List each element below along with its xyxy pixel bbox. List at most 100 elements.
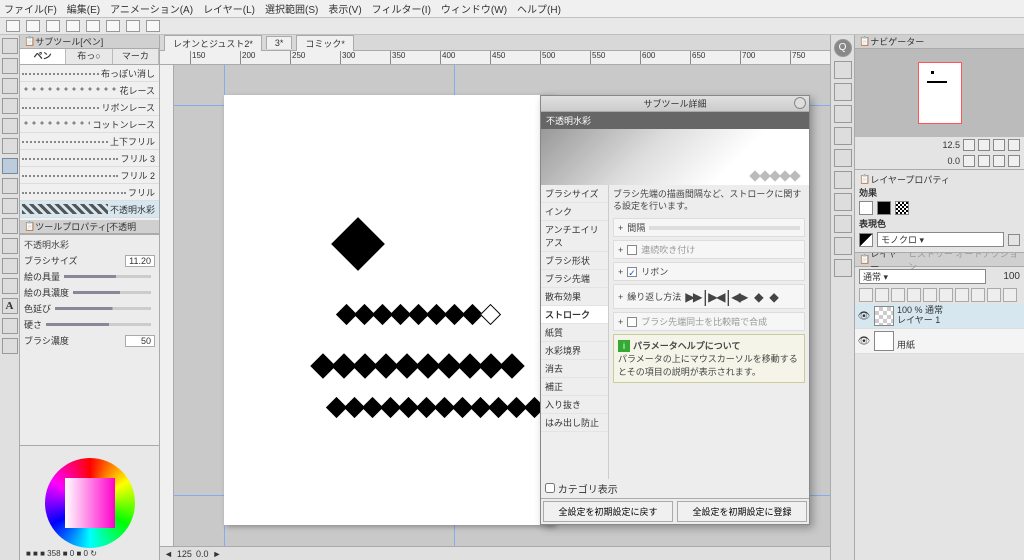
doc-tab[interactable]: コミック* — [296, 35, 354, 51]
apply-button[interactable] — [1008, 234, 1020, 246]
flip-h-icon[interactable] — [993, 155, 1005, 167]
continuous-checkbox[interactable] — [627, 245, 637, 255]
menu-layer[interactable]: レイヤー(L) — [203, 1, 255, 16]
brush-item[interactable]: 布っぽい消し — [20, 65, 159, 82]
rotate-ccw-icon[interactable] — [963, 155, 975, 167]
hardness-slider[interactable] — [46, 323, 151, 326]
panel-icon[interactable] — [834, 127, 852, 145]
tool-zoom[interactable] — [2, 38, 18, 54]
menu-file[interactable]: ファイル(F) — [4, 1, 57, 16]
paint-density-slider[interactable] — [73, 291, 151, 294]
cat-stroke[interactable]: ストローク — [541, 306, 608, 324]
tab-marker[interactable]: マーカ — [113, 49, 159, 64]
zoom-in-icon[interactable] — [978, 139, 990, 151]
layer-clip-icon[interactable] — [875, 288, 889, 302]
expression-select[interactable]: モノクロ ▾ — [877, 232, 1004, 247]
panel-icon[interactable] — [834, 105, 852, 123]
layer-mask-icon[interactable] — [923, 288, 937, 302]
brush-item[interactable]: フリル 2 — [20, 167, 159, 184]
tool-eyedrop[interactable] — [2, 138, 18, 154]
effect-tone-icon[interactable] — [877, 201, 891, 215]
navigator-thumbnail[interactable] — [855, 49, 1024, 137]
layer-folder-icon[interactable] — [987, 288, 1001, 302]
panel-icon[interactable] — [834, 61, 852, 79]
color-extend-slider[interactable] — [55, 307, 151, 310]
brush-item[interactable]: コットンレース — [20, 116, 159, 133]
nav-rotation-value[interactable]: 0.0 — [947, 156, 960, 166]
zoom-value[interactable]: 125 — [177, 549, 192, 559]
color-wheel[interactable] — [45, 458, 135, 548]
panel-icon[interactable] — [834, 259, 852, 277]
tool-cut[interactable] — [106, 20, 120, 32]
rotate-reset-icon[interactable] — [1008, 155, 1020, 167]
tool-text[interactable]: A — [2, 298, 18, 314]
tool-lasso[interactable] — [2, 98, 18, 114]
blend-mode-select[interactable]: 通常 ▾ — [859, 269, 986, 284]
tool-move[interactable] — [2, 58, 18, 74]
menu-window[interactable]: ウィンドウ(W) — [441, 1, 507, 16]
layer-ruler-icon[interactable] — [939, 288, 953, 302]
tool-brush[interactable] — [2, 178, 18, 194]
doc-tab[interactable]: レオンとジュスト2* — [164, 35, 262, 51]
effect-pattern-icon[interactable] — [895, 201, 909, 215]
layer-ref-icon[interactable] — [891, 288, 905, 302]
brush-item[interactable]: 花レース — [20, 82, 159, 99]
menu-help[interactable]: ヘルプ(H) — [517, 1, 561, 16]
zoom-out-icon[interactable] — [963, 139, 975, 151]
blend-checkbox[interactable] — [627, 317, 637, 327]
save-all-button[interactable]: 全設定を初期設定に登録 — [677, 501, 807, 522]
category-display-checkbox[interactable] — [545, 483, 555, 493]
repeat-mode-icons[interactable]: ▶▶|▶◀|◀▶ ◆ ◆ — [685, 287, 777, 306]
cat-scatter[interactable]: 散布効果 — [541, 288, 608, 306]
zoom-fit-icon[interactable] — [993, 139, 1005, 151]
layer-new-icon[interactable] — [971, 288, 985, 302]
tool-copy[interactable] — [126, 20, 140, 32]
brush-item[interactable]: リボンレース — [20, 99, 159, 116]
tool-undo[interactable] — [66, 20, 80, 32]
paint-amount-slider[interactable] — [64, 275, 151, 278]
tool-ruler[interactable] — [2, 318, 18, 334]
opacity-value[interactable]: 100 — [990, 271, 1020, 282]
visibility-icon[interactable]: 👁 — [857, 311, 871, 322]
menu-view[interactable]: 表示(V) — [328, 1, 361, 16]
layer-lock-icon[interactable] — [859, 288, 873, 302]
tab-cloth[interactable]: 布っ○ — [66, 49, 112, 64]
layer-draft-icon[interactable] — [907, 288, 921, 302]
brush-item[interactable]: 不透明水彩 — [20, 201, 159, 218]
cat-correct[interactable]: 補正 — [541, 378, 608, 396]
brush-size-value[interactable]: 11.20 — [125, 255, 155, 267]
tool-save[interactable] — [46, 20, 60, 32]
close-icon[interactable] — [794, 97, 806, 109]
color-mode-icon[interactable] — [859, 233, 873, 247]
brush-density-value[interactable]: 50 — [125, 335, 155, 347]
tool-select[interactable] — [2, 78, 18, 94]
panel-icon[interactable] — [834, 215, 852, 233]
rotate-cw-icon[interactable] — [978, 155, 990, 167]
rotation-value[interactable]: 0.0 — [196, 549, 209, 559]
panel-icon[interactable] — [834, 193, 852, 211]
tool-wand[interactable] — [2, 118, 18, 134]
cat-shape[interactable]: ブラシ形状 — [541, 252, 608, 270]
brush-item[interactable]: フリル 3 — [20, 150, 159, 167]
tool-eraser[interactable] — [2, 238, 18, 254]
cat-erase[interactable]: 消去 — [541, 360, 608, 378]
nav-zoom-value[interactable]: 12.5 — [942, 140, 960, 150]
tool-airbrush[interactable] — [2, 198, 18, 214]
tool-blend[interactable] — [2, 258, 18, 274]
color-square[interactable] — [65, 478, 115, 528]
visibility-icon[interactable]: 👁 — [857, 336, 871, 347]
gap-slider[interactable] — [649, 226, 800, 230]
tool-paste[interactable] — [146, 20, 160, 32]
panel-icon[interactable] — [834, 149, 852, 167]
tool-pen[interactable] — [2, 158, 18, 174]
layer-row[interactable]: 👁 用紙 — [855, 329, 1024, 354]
tool-deco[interactable] — [2, 218, 18, 234]
layer-row[interactable]: 👁 100 % 通常レイヤー 1 — [855, 304, 1024, 329]
layer-color-icon[interactable] — [955, 288, 969, 302]
layer-delete-icon[interactable] — [1003, 288, 1017, 302]
brush-item[interactable]: フリル — [20, 184, 159, 201]
cat-aa[interactable]: アンチエイリアス — [541, 221, 608, 252]
cat-ink[interactable]: インク — [541, 203, 608, 221]
quick-access-icon[interactable]: Q — [834, 39, 852, 57]
cat-paper[interactable]: 紙質 — [541, 324, 608, 342]
